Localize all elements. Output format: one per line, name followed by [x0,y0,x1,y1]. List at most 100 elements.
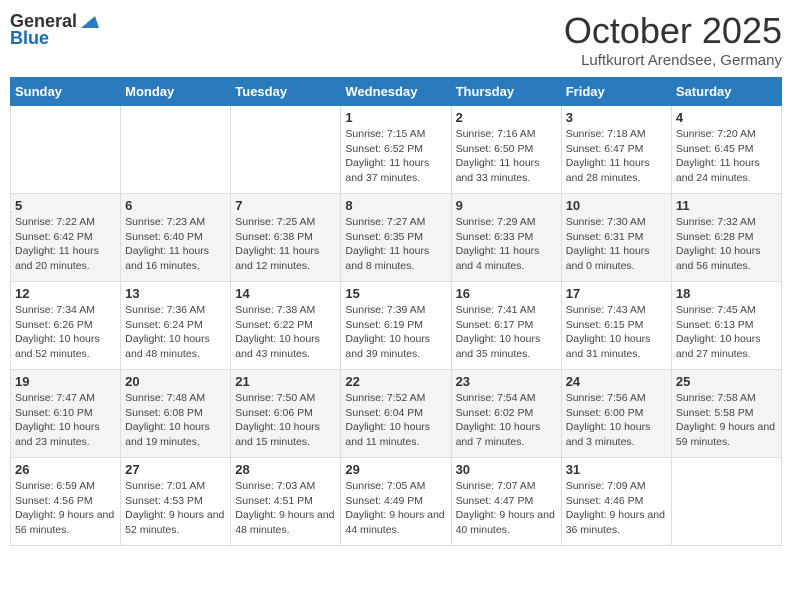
calendar-header-row: SundayMondayTuesdayWednesdayThursdayFrid… [11,78,782,106]
day-number: 28 [235,462,336,477]
calendar-cell: 23 Sunrise: 7:54 AMSunset: 6:02 PMDayligh… [451,370,561,458]
logo-blue: Blue [10,28,49,49]
day-number: 7 [235,198,336,213]
day-number: 27 [125,462,226,477]
calendar-week-row: 26 Sunrise: 6:59 AMSunset: 4:56 PMDayligh… [11,458,782,546]
calendar-cell: 24 Sunrise: 7:56 AMSunset: 6:00 PMDayligh… [561,370,671,458]
day-number: 5 [15,198,116,213]
calendar-cell: 27 Sunrise: 7:01 AMSunset: 4:53 PMDayligh… [121,458,231,546]
calendar-cell [121,106,231,194]
day-of-week-header: Tuesday [231,78,341,106]
calendar-cell: 16 Sunrise: 7:41 AMSunset: 6:17 PMDayligh… [451,282,561,370]
day-info: Sunrise: 7:20 AMSunset: 6:45 PMDaylight:… [676,127,777,186]
day-number: 21 [235,374,336,389]
day-number: 24 [566,374,667,389]
calendar-cell: 11Sunrise: 7:32 AMSunset: 6:28 PMDayligh… [671,194,781,282]
calendar-week-row: 5 Sunrise: 7:22 AMSunset: 6:42 PMDaylight… [11,194,782,282]
day-info: Sunrise: 7:38 AMSunset: 6:22 PMDaylight:… [235,303,336,362]
day-of-week-header: Thursday [451,78,561,106]
day-number: 22 [345,374,446,389]
calendar-cell: 21 Sunrise: 7:50 AMSunset: 6:06 PMDayligh… [231,370,341,458]
calendar-cell: 20 Sunrise: 7:48 AMSunset: 6:08 PMDayligh… [121,370,231,458]
day-info: Sunrise: 7:22 AMSunset: 6:42 PMDaylight:… [15,215,116,274]
calendar-cell: 10Sunrise: 7:30 AMSunset: 6:31 PMDayligh… [561,194,671,282]
day-info: Sunrise: 6:59 AMSunset: 4:56 PMDaylight:… [15,479,116,538]
day-info: Sunrise: 7:45 AMSunset: 6:13 PMDaylight:… [676,303,777,362]
calendar-cell: 6 Sunrise: 7:23 AMSunset: 6:40 PMDaylight… [121,194,231,282]
calendar-cell [11,106,121,194]
day-info: Sunrise: 7:58 AMSunset: 5:58 PMDaylight:… [676,391,777,450]
day-number: 6 [125,198,226,213]
day-number: 25 [676,374,777,389]
calendar-week-row: 1 Sunrise: 7:15 AMSunset: 6:52 PMDaylight… [11,106,782,194]
day-number: 10 [566,198,667,213]
day-number: 3 [566,110,667,125]
calendar-cell [231,106,341,194]
calendar-cell [671,458,781,546]
logo-icon [77,10,99,32]
day-number: 4 [676,110,777,125]
day-info: Sunrise: 7:09 AMSunset: 4:46 PMDaylight:… [566,479,667,538]
calendar-cell: 28 Sunrise: 7:03 AMSunset: 4:51 PMDayligh… [231,458,341,546]
day-info: Sunrise: 7:34 AMSunset: 6:26 PMDaylight:… [15,303,116,362]
day-number: 1 [345,110,446,125]
day-number: 17 [566,286,667,301]
day-info: Sunrise: 7:47 AMSunset: 6:10 PMDaylight:… [15,391,116,450]
calendar-cell: 8Sunrise: 7:27 AMSunset: 6:35 PMDaylight… [341,194,451,282]
title-section: October 2025 Luftkurort Arendsee, German… [564,10,782,69]
calendar-cell: 25 Sunrise: 7:58 AMSunset: 5:58 PMDayligh… [671,370,781,458]
day-info: Sunrise: 7:48 AMSunset: 6:08 PMDaylight:… [125,391,226,450]
day-info: Sunrise: 7:03 AMSunset: 4:51 PMDaylight:… [235,479,336,538]
calendar-cell: 2Sunrise: 7:16 AMSunset: 6:50 PMDaylight… [451,106,561,194]
day-number: 31 [566,462,667,477]
calendar-cell: 7 Sunrise: 7:25 AMSunset: 6:38 PMDaylight… [231,194,341,282]
page-header: General Blue October 2025 Luftkurort Are… [10,10,782,69]
day-info: Sunrise: 7:27 AMSunset: 6:35 PMDaylight:… [345,215,446,274]
month-title: October 2025 [564,10,782,52]
day-info: Sunrise: 7:23 AMSunset: 6:40 PMDaylight:… [125,215,226,274]
day-number: 12 [15,286,116,301]
calendar-cell: 3 Sunrise: 7:18 AMSunset: 6:47 PMDaylight… [561,106,671,194]
day-number: 23 [456,374,557,389]
calendar-cell: 30Sunrise: 7:07 AMSunset: 4:47 PMDayligh… [451,458,561,546]
calendar-cell: 29 Sunrise: 7:05 AMSunset: 4:49 PMDayligh… [341,458,451,546]
calendar-cell: 19 Sunrise: 7:47 AMSunset: 6:10 PMDayligh… [11,370,121,458]
day-info: Sunrise: 7:15 AMSunset: 6:52 PMDaylight:… [345,127,446,186]
calendar-cell: 9Sunrise: 7:29 AMSunset: 6:33 PMDaylight… [451,194,561,282]
day-info: Sunrise: 7:52 AMSunset: 6:04 PMDaylight:… [345,391,446,450]
day-info: Sunrise: 7:43 AMSunset: 6:15 PMDaylight:… [566,303,667,362]
calendar-cell: 5 Sunrise: 7:22 AMSunset: 6:42 PMDaylight… [11,194,121,282]
day-number: 19 [15,374,116,389]
day-of-week-header: Saturday [671,78,781,106]
day-number: 14 [235,286,336,301]
calendar-table: SundayMondayTuesdayWednesdayThursdayFrid… [10,77,782,546]
day-number: 11 [676,198,777,213]
day-info: Sunrise: 7:54 AMSunset: 6:02 PMDaylight:… [456,391,557,450]
day-number: 16 [456,286,557,301]
day-info: Sunrise: 7:18 AMSunset: 6:47 PMDaylight:… [566,127,667,186]
calendar-week-row: 19 Sunrise: 7:47 AMSunset: 6:10 PMDayligh… [11,370,782,458]
day-info: Sunrise: 7:16 AMSunset: 6:50 PMDaylight:… [456,127,557,186]
day-info: Sunrise: 7:41 AMSunset: 6:17 PMDaylight:… [456,303,557,362]
day-of-week-header: Wednesday [341,78,451,106]
calendar-week-row: 12 Sunrise: 7:34 AMSunset: 6:26 PMDayligh… [11,282,782,370]
day-number: 20 [125,374,226,389]
day-info: Sunrise: 7:56 AMSunset: 6:00 PMDaylight:… [566,391,667,450]
calendar-cell: 17 Sunrise: 7:43 AMSunset: 6:15 PMDayligh… [561,282,671,370]
day-info: Sunrise: 7:39 AMSunset: 6:19 PMDaylight:… [345,303,446,362]
day-number: 29 [345,462,446,477]
day-of-week-header: Monday [121,78,231,106]
day-number: 13 [125,286,226,301]
day-number: 26 [15,462,116,477]
day-of-week-header: Sunday [11,78,121,106]
calendar-cell: 26 Sunrise: 6:59 AMSunset: 4:56 PMDayligh… [11,458,121,546]
day-number: 15 [345,286,446,301]
day-info: Sunrise: 7:50 AMSunset: 6:06 PMDaylight:… [235,391,336,450]
day-info: Sunrise: 7:25 AMSunset: 6:38 PMDaylight:… [235,215,336,274]
day-info: Sunrise: 7:07 AMSunset: 4:47 PMDaylight:… [456,479,557,538]
day-of-week-header: Friday [561,78,671,106]
logo: General Blue [10,10,99,49]
day-info: Sunrise: 7:05 AMSunset: 4:49 PMDaylight:… [345,479,446,538]
day-number: 18 [676,286,777,301]
day-info: Sunrise: 7:01 AMSunset: 4:53 PMDaylight:… [125,479,226,538]
